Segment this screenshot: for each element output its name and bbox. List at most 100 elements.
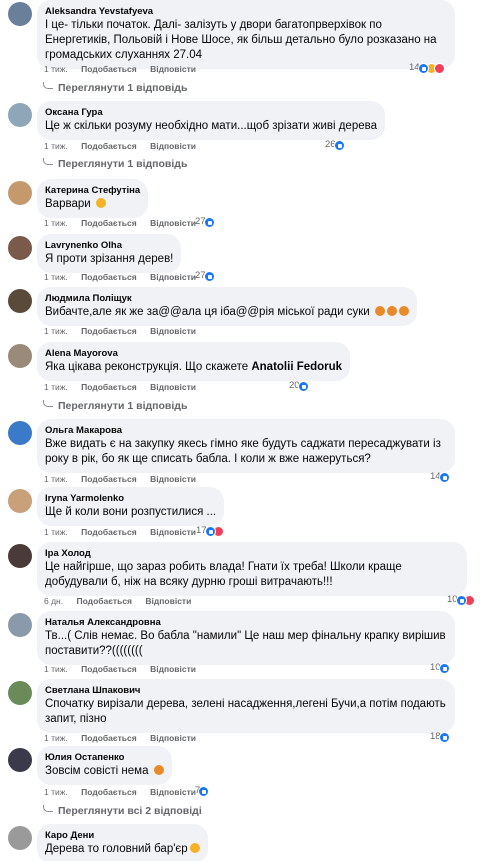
comment-time[interactable]: 1 тиж. (44, 217, 68, 229)
avatar[interactable] (8, 421, 32, 445)
comment-time[interactable]: 6 дн. (44, 595, 63, 607)
comment-time[interactable]: 1 тиж. (44, 325, 68, 337)
comment-actions: 1 тиж. Подобається Відповісти (44, 526, 207, 538)
comment-bubble: Наталья Александровна Тв...( Слів немає.… (37, 611, 455, 665)
comment-bubble: Lavryneпko Olha Я проти зрізання дерев! (37, 234, 182, 273)
reaction-count[interactable]: 14 (409, 62, 445, 74)
reply-button[interactable]: Відповісти (150, 381, 196, 393)
like-button[interactable]: Подобається (81, 786, 137, 798)
comment-author[interactable]: Юлия Остапенко (45, 751, 164, 764)
reply-button[interactable]: Відповісти (150, 217, 196, 229)
like-button[interactable]: Подобається (81, 63, 137, 75)
like-button[interactable]: Подобається (81, 381, 137, 393)
reply-button[interactable]: Відповісти (150, 786, 196, 798)
comment-text-content: Дерева то головний бар'єр (45, 843, 188, 855)
reply-button[interactable]: Відповісти (150, 325, 196, 337)
reaction-count[interactable]: 27 (195, 216, 215, 228)
comment-bubble: Iryna Yarmolenko Ще й коли вони розпусти… (37, 487, 225, 526)
reaction-count[interactable]: 10 (430, 662, 450, 674)
comment-text: Я проти зрізання дерев! (45, 253, 174, 265)
comment-text-content: Зовсім совісті нема (45, 765, 149, 777)
comment-author[interactable]: Aleksandra Yevstafyeva (45, 5, 447, 18)
avatar[interactable] (8, 544, 32, 568)
comment-author[interactable]: Lavryneпko Olha (45, 239, 173, 252)
comment-actions: 1 тиж. Подобається Відповісти (44, 732, 207, 744)
reaction-count[interactable]: 14 (430, 471, 450, 483)
like-button[interactable]: Подобається (81, 325, 137, 337)
like-button[interactable]: Подобається (76, 595, 132, 607)
comment-author[interactable]: Оксана Гура (45, 106, 377, 119)
comment-actions: 1 тиж. Подобається Відповісти (44, 63, 207, 75)
comment-author[interactable]: Светлана Шпакович (45, 684, 447, 697)
comment-author[interactable]: Катерина Стефутіна (45, 184, 140, 197)
reply-connector-icon (43, 400, 53, 407)
comment-author[interactable]: Людмила Поліщук (45, 292, 409, 305)
view-replies-link[interactable]: Переглянути 1 відповідь (43, 400, 187, 412)
avatar[interactable] (8, 103, 32, 127)
reaction-count[interactable]: 10 (447, 594, 475, 606)
comment-time[interactable]: 1 тиж. (44, 663, 68, 675)
love-icon (433, 62, 445, 74)
reply-button[interactable]: Відповісти (150, 271, 196, 283)
like-icon (438, 471, 450, 483)
reply-connector-icon (43, 82, 53, 89)
like-button[interactable]: Подобається (81, 663, 137, 675)
like-button[interactable]: Подобається (81, 217, 137, 229)
comment-text: Вже видать є на закупку якесь гімно яке … (45, 438, 441, 465)
comment-author[interactable]: Каро Дени (45, 829, 200, 842)
view-replies-label: Переглянути всі 2 відповіді (58, 805, 202, 817)
like-button[interactable]: Подобається (81, 732, 137, 744)
reaction-count[interactable]: 27 (195, 270, 215, 282)
view-replies-link[interactable]: Переглянути 1 відповідь (43, 82, 187, 94)
reply-button[interactable]: Відповісти (150, 732, 196, 744)
angry-face-emoji (153, 765, 164, 775)
view-replies-link[interactable]: Переглянути 1 відповідь (43, 158, 187, 170)
avatar[interactable] (8, 613, 32, 637)
comment-time[interactable]: 1 тиж. (44, 381, 68, 393)
reply-connector-icon (43, 805, 53, 812)
avatar[interactable] (8, 681, 32, 705)
reply-button[interactable]: Відповісти (150, 526, 196, 538)
comment-author[interactable]: Іра Холод (45, 547, 459, 560)
comment-author[interactable]: Iryna Yarmolenko (45, 492, 216, 505)
reaction-count[interactable]: 20 (289, 380, 309, 392)
comment-author[interactable]: Alena Mayorova (45, 347, 342, 360)
comment-author[interactable]: Наталья Александровна (45, 616, 447, 629)
comment-time[interactable]: 1 тиж. (44, 786, 68, 798)
comment-text: Це найгірше, що зараз робить влада! Гнат… (45, 561, 402, 588)
avatar[interactable] (8, 289, 32, 313)
reaction-count[interactable]: 7 (195, 785, 210, 797)
reply-button[interactable]: Відповісти (145, 595, 191, 607)
avatar[interactable] (8, 748, 32, 772)
reply-button[interactable]: Відповісти (150, 473, 196, 485)
reaction-count[interactable]: 18 (430, 731, 450, 743)
avatar[interactable] (8, 236, 32, 260)
avatar[interactable] (8, 826, 32, 850)
reply-button[interactable]: Відповісти (150, 140, 196, 152)
comment-time[interactable]: 1 тиж. (44, 63, 68, 75)
like-button[interactable]: Подобається (81, 271, 137, 283)
comment-text: Вибачте,але як же за@@ала ця іба@@рія мі… (45, 305, 409, 320)
mention-link[interactable]: Anatolii Fedoruk (251, 361, 342, 373)
comment-time[interactable]: 1 тиж. (44, 271, 68, 283)
reply-button[interactable]: Відповісти (150, 63, 196, 75)
like-icon (455, 594, 467, 606)
comment-time[interactable]: 1 тиж. (44, 732, 68, 744)
avatar[interactable] (8, 2, 32, 26)
comment-author[interactable]: Ольга Макарова (45, 424, 447, 437)
reply-button[interactable]: Відповісти (150, 663, 196, 675)
like-button[interactable]: Подобається (81, 140, 137, 152)
comment-time[interactable]: 1 тиж. (44, 140, 68, 152)
avatar[interactable] (8, 181, 32, 205)
reaction-count[interactable]: 17 (196, 525, 224, 537)
comment-time[interactable]: 1 тиж. (44, 473, 68, 485)
comment-text: Дерева то головний бар'єр (45, 842, 200, 857)
avatar[interactable] (8, 489, 32, 513)
comment-time[interactable]: 1 тиж. (44, 526, 68, 538)
angry-face-emoji (386, 306, 397, 316)
reaction-count[interactable]: 26 (325, 139, 345, 151)
like-button[interactable]: Подобається (81, 526, 137, 538)
view-replies-link[interactable]: Переглянути всі 2 відповіді (43, 805, 202, 817)
like-button[interactable]: Подобається (81, 473, 137, 485)
avatar[interactable] (8, 344, 32, 368)
